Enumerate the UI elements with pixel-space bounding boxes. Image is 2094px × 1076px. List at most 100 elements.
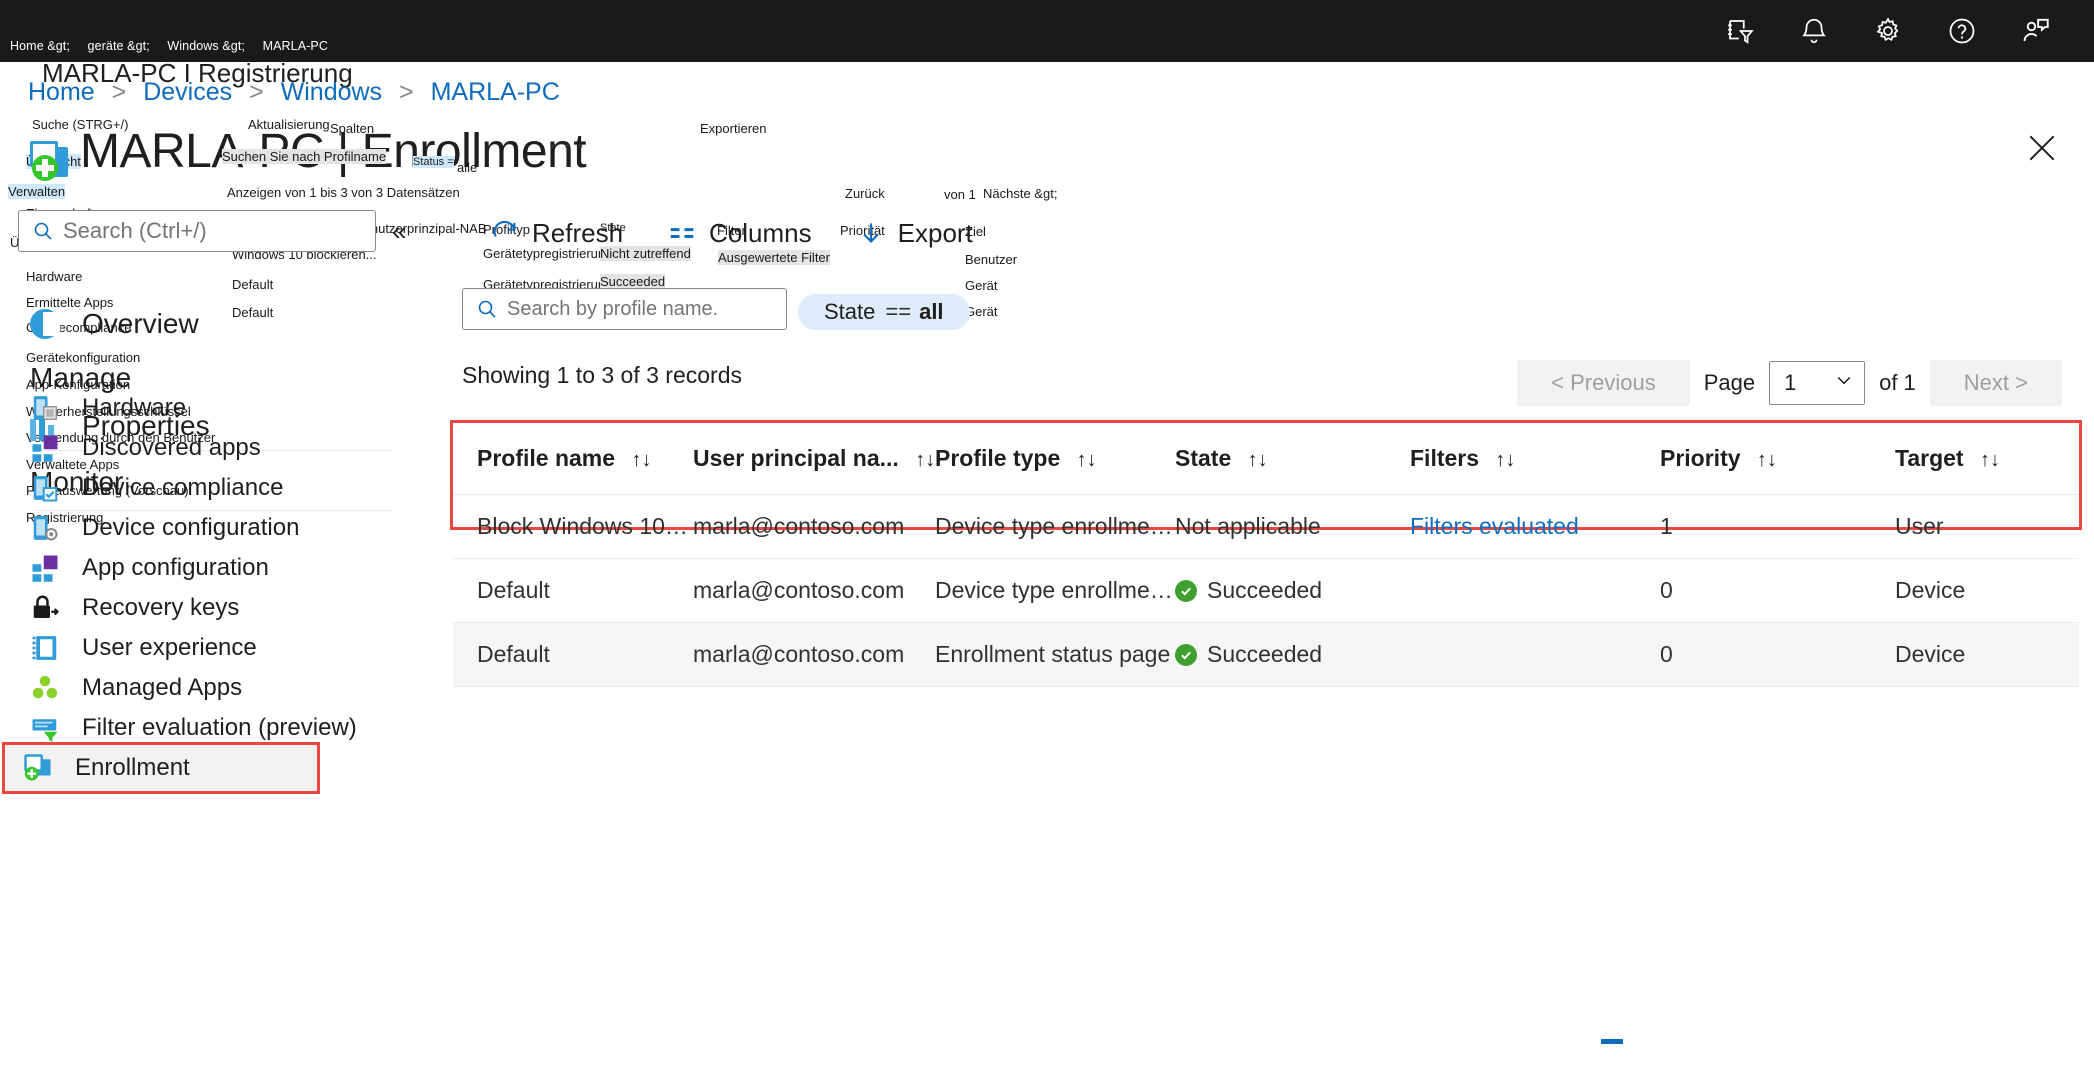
profile-search-box[interactable] bbox=[462, 288, 787, 330]
cell-state-label: Succeeded bbox=[1207, 641, 1322, 668]
export-button[interactable]: Export bbox=[834, 218, 995, 249]
export-button-label: Export bbox=[898, 218, 973, 249]
filters-evaluated-link[interactable]: Filters evaluated bbox=[1410, 513, 1579, 539]
cell-profile-name: Default bbox=[453, 559, 693, 623]
sidebar-item-device-configuration-label: Device configuration bbox=[82, 514, 299, 542]
sort-icon[interactable]: ↑↓ bbox=[1980, 449, 2000, 471]
filter-evaluation-icon bbox=[30, 713, 60, 743]
cell-state: Succeeded bbox=[1175, 559, 1410, 623]
top-navigation-bar: Home &gt; geräte &gt; Windows &gt; MARLA… bbox=[0, 0, 2094, 62]
overlay-export-de: Exportieren bbox=[700, 121, 766, 136]
breadcrumb-home[interactable]: Home bbox=[28, 78, 95, 106]
breadcrumb-de-0: Home &gt; bbox=[10, 39, 70, 53]
state-filter-pill[interactable]: State == all bbox=[798, 294, 970, 330]
cell-profile-name: Default bbox=[453, 623, 693, 687]
overlay-showing-records-de: Anzeigen von 1 bis 3 von 3 Datensätzen bbox=[227, 185, 460, 200]
table-row[interactable]: Default marla@contoso.com Enrollment sta… bbox=[453, 623, 2079, 687]
sidebar-item-filter-evaluation-label: Filter evaluation (preview) bbox=[82, 714, 357, 742]
breadcrumb-separator-2: > bbox=[249, 78, 264, 106]
breadcrumb-de-3: MARLA-PC bbox=[263, 39, 328, 53]
sort-icon[interactable]: ↑↓ bbox=[1757, 449, 1777, 471]
overlay-row1-filter-de: Ausgewertete Filter bbox=[718, 250, 830, 265]
success-check-icon bbox=[1175, 580, 1197, 602]
sort-icon[interactable]: ↑↓ bbox=[1495, 449, 1515, 471]
directory-filter-icon[interactable] bbox=[1718, 9, 1762, 53]
overlay-of-one-de: von 1 bbox=[944, 187, 976, 202]
column-header-filters[interactable]: Filters ↑↓ bbox=[1410, 423, 1660, 495]
table-header-row: Profile name ↑↓ User principal na... ↑↓ … bbox=[453, 423, 2079, 495]
sort-icon[interactable]: ↑↓ bbox=[1248, 449, 1268, 471]
sort-icon[interactable]: ↑↓ bbox=[631, 449, 651, 471]
column-header-state-label: State bbox=[1175, 445, 1231, 471]
state-filter-value: all bbox=[919, 299, 943, 325]
previous-page-button[interactable]: < Previous bbox=[1517, 360, 1690, 406]
main-toolbar: Refresh Columns Export bbox=[468, 218, 995, 249]
sidebar-item-managed-apps-label: Managed Apps bbox=[82, 674, 242, 702]
breadcrumb-de: Home &gt; geräte &gt; Windows &gt; MARLA… bbox=[10, 39, 342, 53]
column-header-filters-label: Filters bbox=[1410, 445, 1479, 471]
refresh-button[interactable]: Refresh bbox=[468, 218, 645, 249]
cell-upn: marla@contoso.com bbox=[693, 559, 935, 623]
sidebar-search-box[interactable] bbox=[18, 210, 376, 252]
overlay-search-hint-de: Suche (STRG+/) bbox=[32, 117, 128, 132]
cell-upn: marla@contoso.com bbox=[693, 495, 935, 559]
collapse-sidebar-button[interactable]: « bbox=[392, 216, 406, 247]
sort-icon[interactable]: ↑↓ bbox=[1077, 449, 1097, 471]
overlay-hardware-de: Hardware bbox=[26, 269, 82, 284]
breadcrumb-devices[interactable]: Devices bbox=[143, 78, 232, 106]
column-header-profile-type-label: Profile type bbox=[935, 445, 1060, 471]
cell-profile-type: Device type enrollmen... bbox=[935, 495, 1175, 559]
table-row[interactable]: Block Windows 10 ho... marla@contoso.com… bbox=[453, 495, 2079, 559]
column-header-state[interactable]: State ↑↓ bbox=[1175, 423, 1410, 495]
records-count-text: Showing 1 to 3 of 3 records bbox=[462, 362, 742, 389]
columns-button[interactable]: Columns bbox=[645, 218, 834, 249]
notifications-bell-icon[interactable] bbox=[1792, 9, 1836, 53]
overlay-row2-target-de: Gerät bbox=[965, 278, 998, 293]
column-header-priority[interactable]: Priority ↑↓ bbox=[1660, 423, 1895, 495]
enrollment-profiles-table: Profile name ↑↓ User principal na... ↑↓ … bbox=[453, 423, 2079, 687]
overlay-refresh-de: Aktualisierung bbox=[248, 117, 330, 132]
column-header-profile-name[interactable]: Profile name ↑↓ bbox=[453, 423, 693, 495]
cell-target: Device bbox=[1895, 559, 2079, 623]
cell-profile-name: Block Windows 10 ho... bbox=[453, 495, 693, 559]
cell-state: Not applicable bbox=[1175, 495, 1410, 559]
sidebar-item-overview[interactable]: Overview bbox=[30, 308, 199, 340]
refresh-button-label: Refresh bbox=[532, 218, 623, 249]
column-header-user-principal-name[interactable]: User principal na... ↑↓ bbox=[693, 423, 935, 495]
overlay-row1-target-de: Benutzer bbox=[965, 252, 1017, 267]
cell-priority: 0 bbox=[1660, 559, 1895, 623]
columns-icon bbox=[667, 219, 697, 249]
breadcrumb-separator-3: > bbox=[399, 78, 414, 106]
cell-state-label: Succeeded bbox=[1207, 577, 1322, 604]
pagination-controls: < Previous Page 1 of 1 Next > bbox=[1517, 360, 2062, 406]
overlay-row3-target-de: Gerät bbox=[965, 304, 998, 319]
profile-search-input[interactable] bbox=[507, 298, 757, 321]
sort-icon[interactable]: ↑↓ bbox=[915, 449, 935, 471]
sidebar-item-device-compliance-label: Device compliance bbox=[82, 474, 283, 502]
help-question-icon[interactable] bbox=[1940, 9, 1984, 53]
overlay-all-de: alle bbox=[457, 160, 477, 175]
sidebar-search-input[interactable] bbox=[63, 218, 353, 244]
column-header-priority-label: Priority bbox=[1660, 445, 1741, 471]
table-row[interactable]: Default marla@contoso.com Device type en… bbox=[453, 559, 2079, 623]
next-page-button[interactable]: Next > bbox=[1930, 360, 2062, 406]
cell-filters[interactable]: Filters evaluated bbox=[1410, 495, 1660, 559]
close-icon[interactable] bbox=[2022, 128, 2062, 168]
settings-gear-icon[interactable] bbox=[1866, 9, 1910, 53]
sidebar-item-user-experience-label: User experience bbox=[82, 634, 257, 662]
cell-priority: 1 bbox=[1660, 495, 1895, 559]
page-number-select[interactable]: 1 bbox=[1769, 361, 1865, 405]
page-total-label: of 1 bbox=[1879, 370, 1916, 396]
column-header-target[interactable]: Target ↑↓ bbox=[1895, 423, 2079, 495]
hardware-device-icon bbox=[30, 393, 60, 423]
more-actions-ellipsis-button[interactable]: ··· bbox=[548, 132, 588, 156]
sidebar-item-enrollment[interactable]: Enrollment bbox=[2, 742, 320, 794]
page-number-value: 1 bbox=[1784, 370, 1796, 396]
cell-filters bbox=[1410, 623, 1660, 687]
column-header-profile-type[interactable]: Profile type ↑↓ bbox=[935, 423, 1175, 495]
sidebar-item-discovered-apps-label: Discovered apps bbox=[82, 434, 261, 462]
breadcrumb-windows[interactable]: Windows bbox=[281, 78, 382, 106]
cell-target: Device bbox=[1895, 623, 2079, 687]
feedback-person-icon[interactable] bbox=[2014, 9, 2058, 53]
overlay-columns-de: Spalten bbox=[330, 121, 374, 136]
